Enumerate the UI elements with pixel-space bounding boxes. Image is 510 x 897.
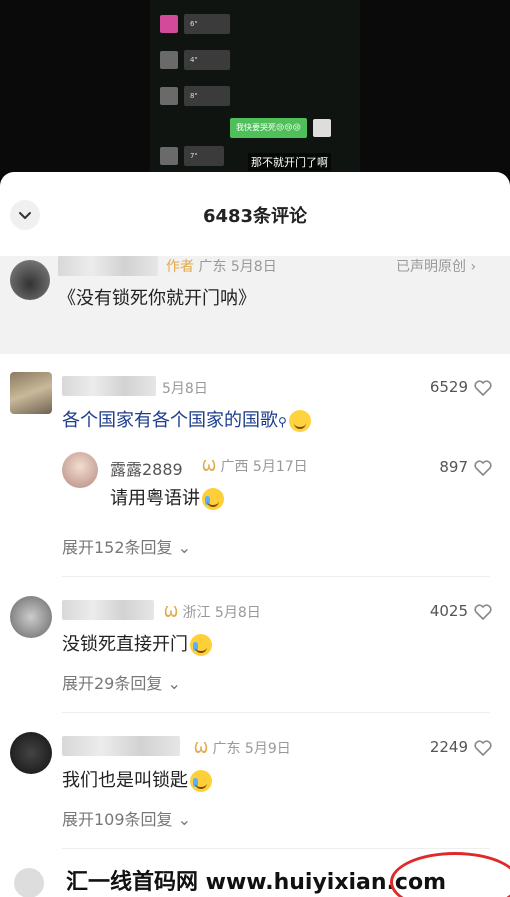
username-blurred[interactable] xyxy=(62,376,156,396)
search-icon[interactable]: ⚲ xyxy=(278,415,287,429)
comment-text: 没锁死直接开门 xyxy=(62,630,212,656)
chat-row: 4" xyxy=(160,50,230,70)
comment-meta: 作者 广东 5月8日 xyxy=(166,256,277,276)
comment-text-content: 各个国家有各个国家的国歌 xyxy=(62,410,278,431)
voice-bubble: 4" xyxy=(184,50,230,70)
comment-sheet: 6483条评论 作者 广东 5月8日 已声明原创 › 《没有锁死你就开门呐》 5… xyxy=(0,172,510,897)
fan-badge-icon: Ѡ xyxy=(164,603,179,621)
divider xyxy=(62,848,490,849)
declared-original-link[interactable]: 已声明原创 › xyxy=(396,256,476,276)
username-blurred[interactable] xyxy=(62,736,180,756)
location-date: 浙江 5月8日 xyxy=(182,605,261,621)
divider xyxy=(62,576,490,577)
crying-laugh-emoji-icon xyxy=(190,634,212,656)
fan-badge-icon: Ѡ xyxy=(194,739,209,757)
avatar[interactable] xyxy=(10,260,50,300)
comment-count-title: 6483条评论 xyxy=(202,206,308,227)
avatar[interactable] xyxy=(10,596,52,638)
heart-icon[interactable] xyxy=(474,460,492,476)
expand-replies-button[interactable]: 展开29条回复 ⌄ xyxy=(62,670,181,694)
comment-text: 《没有锁死你就开门呐》 xyxy=(58,288,256,309)
location-date: 广东 5月8日 xyxy=(198,259,277,275)
username-blurred[interactable] xyxy=(62,600,154,620)
comment-text: 各个国家有各个国家的国歌⚲ xyxy=(62,406,311,432)
video-caption: 那不就开门了啊 xyxy=(248,153,331,171)
chat-row: 我快要哭死😢😢😢 xyxy=(230,118,332,138)
avatar[interactable] xyxy=(62,452,98,488)
location-date: 广西 5月17日 xyxy=(220,459,308,475)
avatar[interactable] xyxy=(10,372,52,414)
chat-avatar xyxy=(160,147,178,165)
like-count: 4025 xyxy=(429,602,468,620)
chat-avatar xyxy=(160,51,178,69)
username-blurred[interactable] xyxy=(58,256,158,276)
divider xyxy=(62,712,490,713)
sheet-header: 6483条评论 xyxy=(0,172,510,256)
comment-meta: Ѡ 浙江 5月8日 xyxy=(164,602,261,622)
fan-badge-icon: Ѡ xyxy=(202,457,217,475)
pinned-comment[interactable]: 作者 广东 5月8日 已声明原创 › 《没有锁死你就开门呐》 xyxy=(0,256,510,354)
like-count: 2249 xyxy=(429,738,468,756)
voice-bubble: 7" xyxy=(184,146,224,166)
avatar[interactable] xyxy=(10,732,52,774)
expand-replies-button[interactable]: 展开109条回复 ⌄ xyxy=(62,806,191,830)
chat-avatar xyxy=(160,15,178,33)
voice-bubble: 8" xyxy=(184,86,230,106)
watermark: 汇一线首码网 www.huiyixian.com xyxy=(66,870,447,895)
chat-avatar xyxy=(160,87,178,105)
author-tag: 作者 xyxy=(166,259,194,275)
chat-avatar xyxy=(313,119,332,137)
voice-bubble: 6" xyxy=(184,14,230,34)
avatar[interactable] xyxy=(14,868,44,897)
crying-laugh-emoji-icon xyxy=(190,770,212,792)
location-date: 广东 5月9日 xyxy=(212,741,291,757)
reply-username[interactable]: 露露2889 xyxy=(110,456,183,480)
reply-meta: Ѡ 广西 5月17日 xyxy=(202,456,308,476)
comment-text-content: 没锁死直接开门 xyxy=(62,634,188,655)
comment-text: 我们也是叫锁匙 xyxy=(62,766,212,792)
chat-row: 8" xyxy=(160,86,230,106)
expand-replies-button[interactable]: 展开152条回复 ⌄ xyxy=(62,534,191,558)
cat-emoji-icon xyxy=(288,410,311,432)
heart-icon[interactable] xyxy=(474,380,492,396)
reply-text: 请用粤语讲 xyxy=(110,484,224,510)
like-count: 897 xyxy=(439,458,468,476)
chat-row: 7" xyxy=(160,146,224,166)
comment-date: 5月8日 xyxy=(162,381,208,397)
reply-text-content: 请用粤语讲 xyxy=(110,488,200,509)
like-count: 6529 xyxy=(429,378,468,396)
heart-icon[interactable] xyxy=(474,604,492,620)
heart-icon[interactable] xyxy=(474,740,492,756)
chat-row: 6" xyxy=(160,14,230,34)
comment-meta: Ѡ 广东 5月9日 xyxy=(194,738,291,758)
video-background[interactable]: 6" 4" 8" 我快要哭死😢😢😢 7" 那不就开门了啊 xyxy=(0,0,510,178)
comment-text-content: 我们也是叫锁匙 xyxy=(62,770,188,791)
crying-laugh-emoji-icon xyxy=(202,488,224,510)
green-bubble: 我快要哭死😢😢😢 xyxy=(230,118,308,138)
